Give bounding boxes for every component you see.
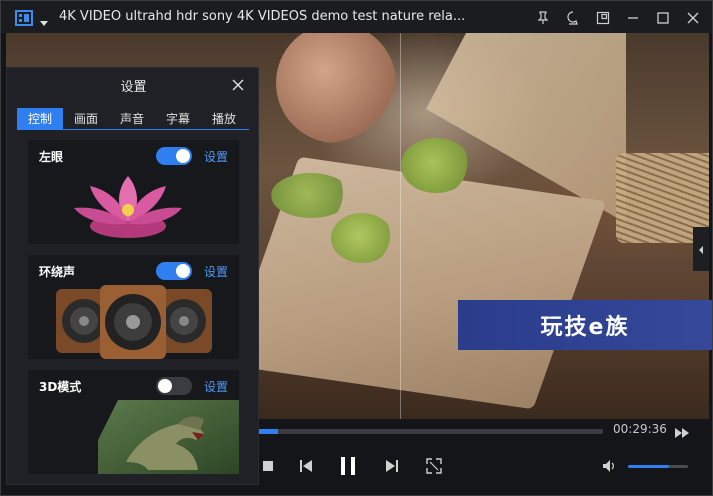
volume-slider[interactable] [628,465,688,468]
fullscreen-icon[interactable] [425,456,443,476]
card-surround: 环绕声 设置 [28,255,239,359]
left-eye-settings-link[interactable]: 设置 [204,148,228,165]
close-icon[interactable] [684,9,702,27]
toggle-knob [176,149,190,163]
fast-forward-icon[interactable] [673,424,691,438]
volume-fill [628,465,669,468]
pause-icon[interactable] [337,454,359,478]
lotus-icon [28,170,239,244]
toggle-knob [158,379,172,393]
close-icon[interactable] [231,77,245,91]
surround-toggle[interactable] [156,262,192,280]
mini-mode-icon[interactable] [594,9,612,27]
video-wasabi [271,173,351,218]
player-window: 4K VIDEO ultrahd hdr sony 4K VIDEOS demo… [0,0,713,496]
skin-icon[interactable] [564,9,582,27]
card-label: 环绕声 [39,265,76,279]
tab-playback[interactable]: 播放 [201,108,247,129]
video-wasabi [331,213,393,263]
card-left-eye: 左眼 设置 [28,140,239,244]
progress-fill [259,429,278,434]
pin-icon[interactable] [534,9,552,27]
volume-icon[interactable] [601,456,619,476]
speakers-icon [28,285,239,359]
3d-mode-settings-link[interactable]: 设置 [204,378,228,395]
chevron-left-icon [698,240,704,259]
video-wasabi [401,138,471,193]
title-bar[interactable]: 4K VIDEO ultrahd hdr sony 4K VIDEOS demo… [1,1,712,33]
side-panel-toggle[interactable] [693,227,709,271]
app-menu-icon[interactable] [15,10,33,26]
split-line [400,33,401,419]
time-display: 00:29:36 [613,422,667,436]
dinosaur-icon [28,400,239,474]
progress-bar[interactable] [259,429,603,434]
stop-icon[interactable] [261,456,275,476]
3d-mode-toggle[interactable] [156,377,192,395]
settings-panel: 设置 控制 画面 声音 字幕 播放 左眼 设置 环绕声 设置 3D模式 设置 [6,67,259,485]
surround-settings-link[interactable]: 设置 [204,263,228,280]
maximize-icon[interactable] [654,9,672,27]
toggle-knob [176,264,190,278]
card-label: 左眼 [39,150,64,164]
video-hand [276,33,396,143]
tab-subtitles[interactable]: 字幕 [155,108,201,129]
tab-audio[interactable]: 声音 [109,108,155,129]
card-3d-mode: 3D模式 设置 [28,370,239,474]
panel-title: 设置 [120,80,147,95]
chevron-down-icon[interactable] [39,13,49,26]
tab-control[interactable]: 控制 [17,108,63,129]
watermark-logo: 玩技e族 [458,300,712,350]
window-title: 4K VIDEO ultrahd hdr sony 4K VIDEOS demo… [59,9,466,24]
settings-tabs: 控制 画面 声音 字幕 播放 [17,108,249,130]
left-eye-toggle[interactable] [156,147,192,165]
next-icon[interactable] [383,456,401,476]
tab-picture[interactable]: 画面 [63,108,109,129]
minimize-icon[interactable] [624,9,642,27]
previous-icon[interactable] [297,456,315,476]
card-label: 3D模式 [39,380,82,394]
